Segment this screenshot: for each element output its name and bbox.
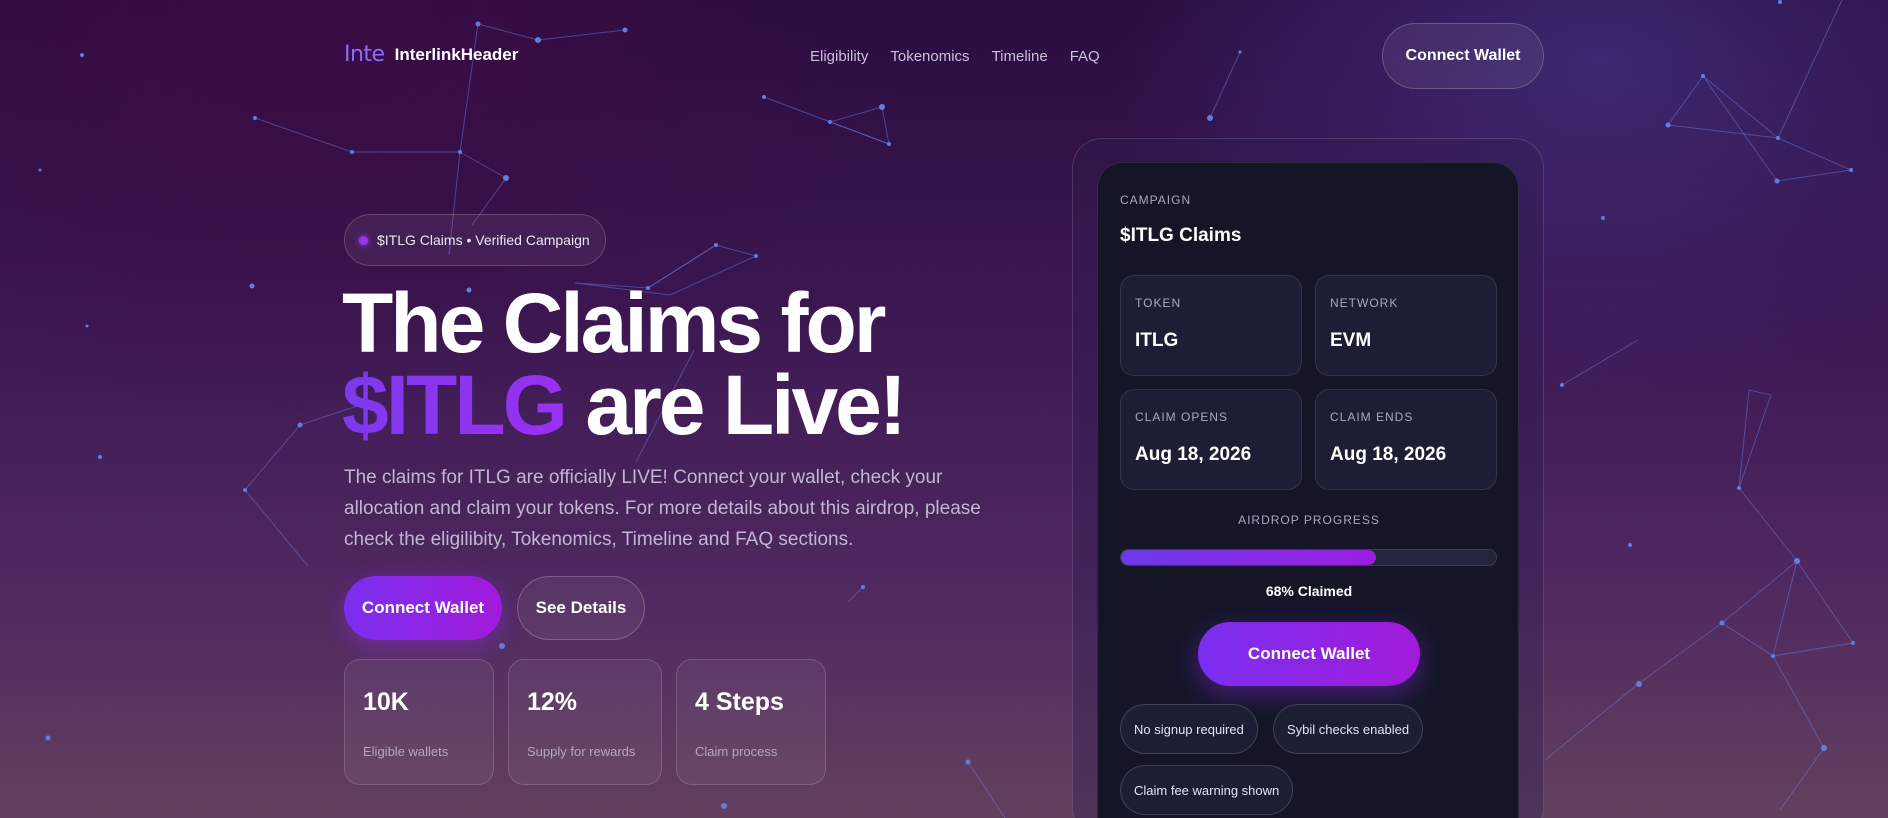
stat-card-supply-rewards: 12% Supply for rewards <box>508 659 662 785</box>
card-eyebrow: CAMPAIGN <box>1120 193 1192 207</box>
campaign-card: CAMPAIGN $ITLG Claims TOKEN ITLG NETWORK… <box>1097 162 1519 818</box>
feature-pill-claim-fee-warning: Claim fee warning shown <box>1120 765 1294 815</box>
header-connect-wallet-button[interactable]: Connect Wallet <box>1382 23 1544 89</box>
tile-value: Aug 18, 2026 <box>1330 444 1447 465</box>
hero-title-line2: are Live! <box>565 358 907 452</box>
badge-text: $ITLG Claims • Verified Campaign <box>377 232 590 248</box>
campaign-badge: $ITLG Claims • Verified Campaign <box>344 214 606 266</box>
stat-label: Claim process <box>695 744 778 759</box>
tile-value: Aug 18, 2026 <box>1135 444 1252 465</box>
logo-mark: Inte <box>344 42 385 67</box>
nav-timeline[interactable]: Timeline <box>992 48 1048 65</box>
hero-title-line1: The Claims for <box>342 276 886 370</box>
hero-title: The Claims for $ITLG are Live! <box>342 281 907 447</box>
card-connect-wallet-button[interactable]: Connect Wallet <box>1198 622 1420 686</box>
progress-bar <box>1120 549 1497 566</box>
progress-text: 68% Claimed <box>1265 583 1353 599</box>
site-header: Inte InterlinkHeader Eligibility Tokenom… <box>0 0 1888 112</box>
status-dot-icon <box>359 235 368 245</box>
main-nav: Eligibility Tokenomics Timeline FAQ <box>810 48 1100 65</box>
network-tile: NETWORK EVM <box>1315 275 1497 376</box>
stat-value: 10K <box>363 688 409 716</box>
logo-text: InterlinkHeader <box>394 44 519 64</box>
stat-label: Eligible wallets <box>363 744 449 759</box>
claim-opens-tile: CLAIM OPENS Aug 18, 2026 <box>1120 389 1302 490</box>
nav-faq[interactable]: FAQ <box>1070 48 1100 65</box>
tile-label: TOKEN <box>1135 296 1182 310</box>
brand-logo[interactable]: Inte InterlinkHeader <box>344 42 518 67</box>
see-details-button[interactable]: See Details <box>517 576 645 640</box>
tile-value: ITLG <box>1135 330 1179 351</box>
network-background <box>38 0 1855 818</box>
card-title: $ITLG Claims <box>1120 225 1242 246</box>
hero-description: The claims for ITLG are officially LIVE!… <box>344 467 981 550</box>
connect-wallet-button[interactable]: Connect Wallet <box>344 576 502 640</box>
stat-value: 12% <box>527 688 578 716</box>
tile-label: CLAIM OPENS <box>1135 410 1229 424</box>
nav-tokenomics[interactable]: Tokenomics <box>890 48 969 65</box>
stat-card-claim-process: 4 Steps Claim process <box>676 659 826 785</box>
claim-ends-tile: CLAIM ENDS Aug 18, 2026 <box>1315 389 1497 490</box>
tile-label: CLAIM ENDS <box>1330 410 1414 424</box>
feature-pill-sybil-checks: Sybil checks enabled <box>1273 704 1424 754</box>
stat-card-eligible-wallets: 10K Eligible wallets <box>344 659 494 785</box>
progress-label: AIRDROP PROGRESS <box>1238 513 1380 527</box>
hero-title-accent: $ITLG <box>342 358 568 452</box>
feature-pill-no-signup: No signup required <box>1120 704 1258 754</box>
stat-label: Supply for rewards <box>527 744 636 759</box>
progress-fill <box>1121 550 1376 565</box>
nav-eligibility[interactable]: Eligibility <box>810 48 868 65</box>
tile-label: NETWORK <box>1330 296 1399 310</box>
stat-value: 4 Steps <box>695 688 784 716</box>
token-tile: TOKEN ITLG <box>1120 275 1302 376</box>
tile-value: EVM <box>1330 330 1372 351</box>
